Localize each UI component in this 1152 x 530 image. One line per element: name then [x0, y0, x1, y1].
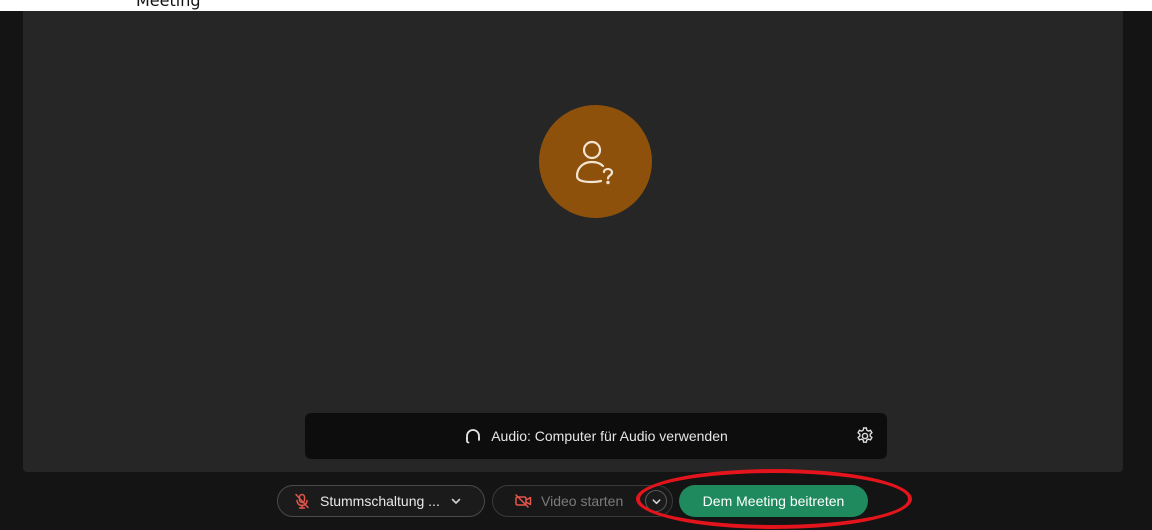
join-meeting-label: Dem Meeting beitreten — [702, 493, 845, 509]
video-off-icon — [515, 494, 532, 508]
mute-button[interactable]: Stummschaltung ... — [277, 485, 485, 517]
gear-icon — [857, 427, 873, 443]
document-caption: Meeting — [0, 0, 1152, 11]
video-options-button[interactable] — [645, 490, 667, 512]
headphones-icon — [466, 429, 481, 444]
audio-source-bar[interactable]: Audio: Computer für Audio verwenden — [305, 413, 887, 459]
mute-button-label: Stummschaltung ... — [320, 493, 440, 509]
chevron-down-icon[interactable] — [450, 495, 462, 507]
caption-text: Meeting — [136, 0, 201, 10]
join-meeting-button[interactable]: Dem Meeting beitreten — [679, 485, 868, 517]
audio-settings-button[interactable] — [855, 426, 875, 446]
unknown-user-icon — [575, 140, 613, 184]
participant-avatar — [539, 105, 652, 218]
audio-source-label-group: Audio: Computer für Audio verwenden — [305, 413, 887, 459]
start-video-label: Video starten — [541, 493, 624, 509]
video-preview-area: Audio: Computer für Audio verwenden — [23, 11, 1123, 472]
chevron-down-icon — [652, 498, 660, 504]
audio-source-label: Audio: Computer für Audio verwenden — [491, 428, 728, 444]
meeting-preview-window: Audio: Computer für Audio verwenden — [0, 11, 1152, 530]
microphone-muted-icon — [295, 493, 309, 509]
